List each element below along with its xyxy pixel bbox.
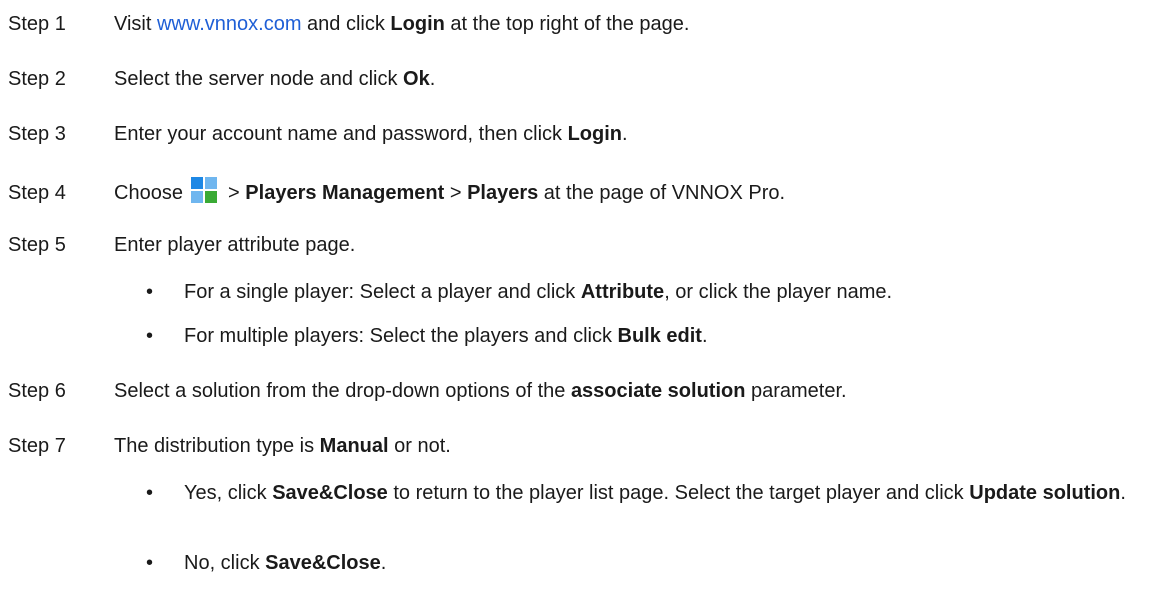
step-text: Choose — [114, 182, 183, 204]
bullet-text: Yes, click — [184, 482, 273, 504]
vnnox-link[interactable]: www.vnnox.com — [157, 13, 302, 35]
list-item: • For a single player: Select a player a… — [146, 280, 892, 304]
step-label: Step 6 — [8, 380, 66, 402]
breadcrumb-separator: > — [222, 182, 246, 204]
bullet-icon: • — [146, 552, 154, 574]
bullet-icon: • — [146, 482, 154, 504]
step-1: Step 1 Visit www.vnnox.com and click Logi… — [8, 12, 689, 36]
step-3: Step 3 Enter your account name and passwo… — [8, 122, 628, 146]
attribute-term: Attribute — [580, 281, 665, 303]
bullet-text: . — [380, 552, 387, 574]
step-text: Select a solution from the drop-down opt… — [114, 380, 571, 402]
step-text: . — [429, 68, 436, 90]
step-7: Step 7 The distribution type is Manual or… — [8, 434, 451, 458]
ok-term: Ok — [403, 68, 430, 90]
step-text: or not. — [388, 435, 451, 457]
windows-grid-icon — [190, 177, 217, 209]
update-solution-term: Update solution — [969, 482, 1121, 504]
breadcrumb-separator: > — [444, 182, 468, 204]
list-item: • No, click Save&Close. — [146, 551, 386, 575]
step-text: Enter your account name and password, th… — [114, 123, 568, 145]
bullet-text: . — [701, 325, 708, 347]
save-close-term: Save&Close — [272, 482, 388, 504]
procedure-page: { "steps": [ { "label": "Step 1", "parts… — [0, 0, 1171, 590]
step-label: Step 4 — [8, 182, 66, 204]
step-text: at the page of VNNOX Pro. — [538, 182, 786, 204]
step-text: and click — [301, 13, 391, 35]
bullet-text: . — [1120, 482, 1126, 504]
step-text: at the top right of the page. — [444, 13, 690, 35]
step-label: Step 5 — [8, 234, 66, 256]
step-text: . — [622, 123, 628, 145]
step-label: Step 3 — [8, 123, 66, 145]
bullet-icon: • — [146, 281, 154, 303]
list-item: • For multiple players: Select the playe… — [146, 324, 708, 348]
step-2: Step 2 Select the server node and click O… — [8, 67, 435, 91]
manual-term: Manual — [319, 435, 389, 457]
players-management-term: Players Management — [245, 182, 445, 204]
step-text: Visit — [114, 13, 157, 35]
bullet-text: to return to the player list page. Selec… — [387, 482, 970, 504]
bullet-text: No, click — [184, 552, 266, 574]
players-term: Players — [467, 182, 539, 204]
step-label: Step 2 — [8, 68, 66, 90]
list-item: • Yes, click Save&Close to return to the… — [146, 481, 1156, 505]
login-term: Login — [567, 123, 623, 145]
step-text: Enter player attribute page. — [114, 234, 356, 256]
bullet-text: For multiple players: Select the players… — [184, 325, 618, 347]
step-6: Step 6 Select a solution from the drop-do… — [8, 379, 847, 403]
step-text: The distribution type is — [114, 435, 320, 457]
step-label: Step 1 — [8, 13, 66, 35]
save-close-term: Save&Close — [265, 552, 381, 574]
login-term: Login — [390, 13, 445, 35]
step-text: parameter. — [745, 380, 847, 402]
associate-solution-term: associate solution — [570, 380, 746, 402]
step-4: Step 4 Choose > Players Management > Play… — [8, 177, 785, 209]
step-label: Step 7 — [8, 435, 66, 457]
step-5: Step 5 Enter player attribute page. — [8, 233, 355, 257]
bulk-edit-term: Bulk edit — [617, 325, 702, 347]
bullet-text: For a single player: Select a player and… — [184, 281, 581, 303]
step-text: Select the server node and click — [114, 68, 404, 90]
bullet-text: , or click the player name. — [664, 281, 893, 303]
bullet-icon: • — [146, 325, 154, 347]
